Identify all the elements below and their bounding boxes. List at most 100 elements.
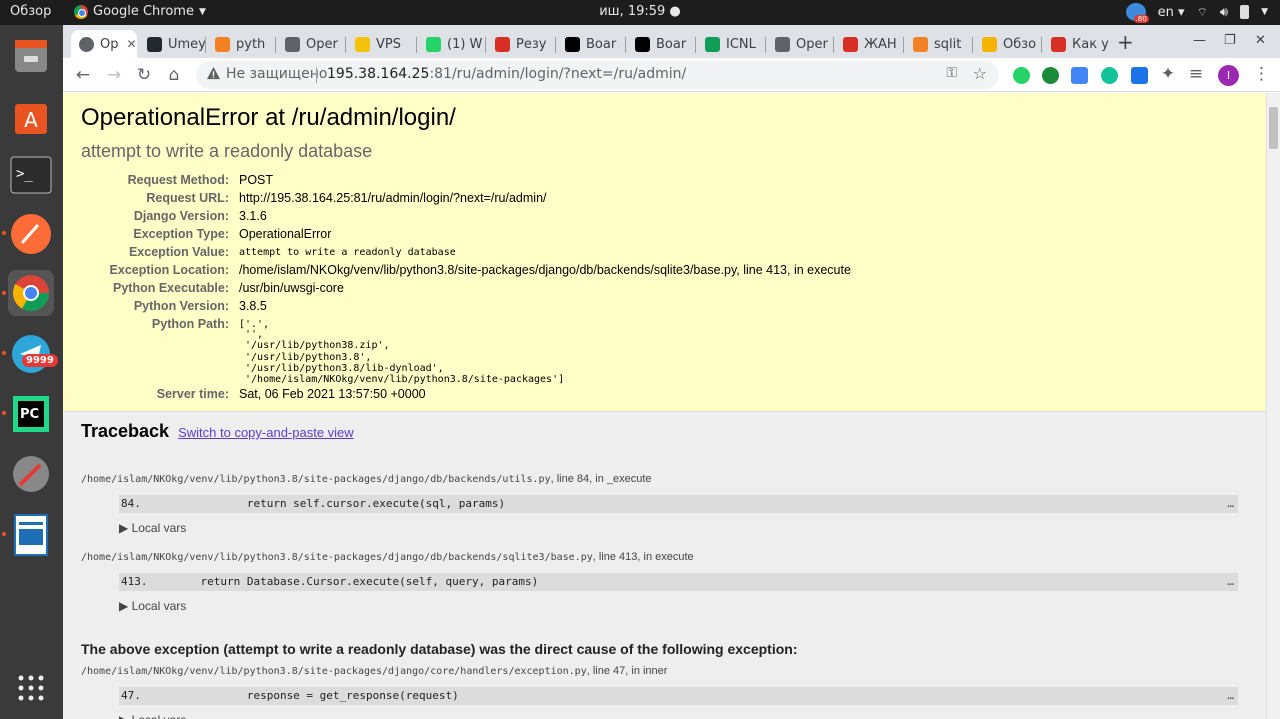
meta-row: Exception Value: attempt to write a reado… [81, 245, 1241, 263]
meta-value: OperationalError [239, 227, 332, 241]
back-button[interactable]: ← [72, 64, 94, 86]
tab-8[interactable]: Boar [557, 30, 623, 58]
pycharm-icon[interactable]: PC [8, 391, 54, 437]
chrome-icon[interactable] [8, 270, 54, 316]
screenshot-extension-icon[interactable] [1131, 67, 1148, 84]
key-icon[interactable]: ⚿ [946, 65, 957, 81]
close-tab-icon[interactable]: ✕ [126, 37, 136, 51]
local-vars-toggle[interactable]: ▶ Local vars [119, 713, 186, 719]
new-tab-button[interactable]: + [1117, 30, 1134, 54]
tab-11[interactable]: Oper [767, 30, 833, 58]
page-title: OperationalError at /ru/admin/login/ [81, 104, 456, 131]
translate-extension-icon[interactable] [1071, 67, 1088, 84]
tab-label: Oper [796, 36, 828, 52]
app-menu[interactable]: Google Chrome ▼ [74, 4, 206, 19]
meta-key: Python Executable: [113, 281, 229, 295]
tab-10[interactable]: ICNL [697, 30, 763, 58]
tab-2[interactable]: Umey [139, 30, 205, 58]
tab-13[interactable]: sqlit [905, 30, 971, 58]
tab-favicon-icon [426, 36, 441, 52]
expand-context-icon[interactable]: … [1227, 573, 1234, 591]
terminal-icon[interactable]: >_ [8, 152, 54, 198]
svg-text:PC: PC [20, 407, 39, 422]
page-scrollbar[interactable] [1266, 93, 1280, 719]
page-content: OperationalError at /ru/admin/login/ att… [63, 93, 1266, 719]
meta-row: Server time: Sat, 06 Feb 2021 13:57:50 +0… [81, 387, 1241, 405]
grammarly-extension-icon[interactable] [1101, 67, 1118, 84]
python-path-entry: '/usr/lib/python38.zip', [239, 340, 390, 352]
tab-strip: + — ❐ ✕ Op ✕ Umey pyth Oper VPS (1) W Резу Boar B… [63, 25, 1280, 58]
tab-label: Boar [656, 36, 687, 52]
expand-context-icon[interactable]: … [1227, 687, 1234, 705]
media-control-icon[interactable]: ≡ [1185, 63, 1207, 85]
tab-15[interactable]: Как у [1043, 30, 1109, 58]
meta-row: Request URL: http://195.38.164.25:81/ru/a… [81, 191, 1241, 209]
settings-tools-icon[interactable] [8, 451, 54, 497]
expand-context-icon[interactable]: … [1227, 495, 1234, 513]
software-center-icon[interactable]: A [8, 93, 54, 139]
svg-text:>_: >_ [16, 166, 33, 182]
language-indicator[interactable]: en ▾ [1158, 5, 1185, 20]
meta-key: Exception Type: [133, 227, 229, 241]
tab-favicon-icon [705, 36, 720, 52]
home-button[interactable]: ⌂ [163, 64, 185, 86]
local-vars-toggle[interactable]: ▶ Local vars [119, 599, 186, 613]
tab-14[interactable]: Обзо [974, 30, 1040, 58]
tab-label: Резу [516, 36, 547, 52]
meta-row: Request Method: POST [81, 173, 1241, 191]
menu-kebab-icon[interactable]: ⋮ [1253, 64, 1270, 84]
tab-label: (1) W [447, 36, 483, 52]
local-vars-toggle[interactable]: ▶ Local vars [119, 521, 186, 535]
profile-avatar[interactable]: I [1218, 65, 1239, 86]
tab-favicon-icon [843, 36, 858, 52]
system-tray[interactable]: .80 en ▾ ⌔ 🔊︎ ▼ [1125, 3, 1268, 23]
code-line[interactable]: 47. response = get_response(request)… [119, 687, 1238, 705]
tab-6[interactable]: (1) W [418, 30, 484, 58]
files-icon[interactable] [8, 33, 54, 79]
tab-favicon-icon [913, 36, 928, 52]
restore-button[interactable]: ❐ [1224, 33, 1236, 48]
meta-row: Python Version: 3.8.5 [81, 299, 1241, 317]
activities-button[interactable]: Обзор [10, 4, 51, 19]
tab-4[interactable]: Oper [277, 30, 343, 58]
meta-key: Django Version: [133, 209, 229, 223]
scrollbar-thumb[interactable] [1269, 107, 1278, 149]
meta-row: Exception Location: /home/islam/NKOkg/ven… [81, 263, 1241, 281]
extensions-puzzle-icon[interactable]: ✦ [1157, 63, 1179, 85]
close-window-button[interactable]: ✕ [1255, 33, 1266, 48]
traceback-heading: Traceback Switch to copy-and-paste view [81, 421, 354, 441]
bookmark-star-icon[interactable]: ☆ [973, 64, 987, 83]
error-summary: OperationalError at /ru/admin/login/ att… [63, 93, 1266, 412]
code-line[interactable]: 84. return self.cursor.execute(sql, para… [119, 495, 1238, 513]
libreoffice-writer-icon[interactable] [8, 512, 54, 558]
postman-icon[interactable] [8, 211, 54, 257]
forward-button[interactable]: → [103, 64, 125, 86]
whatsapp-extension-icon[interactable] [1013, 67, 1030, 84]
tab-label: Oper [306, 36, 338, 52]
meta-key: Exception Value: [128, 245, 229, 259]
code-line[interactable]: 413. return Database.Cursor.execute(self… [119, 573, 1238, 591]
minimize-button[interactable]: — [1193, 33, 1206, 48]
not-secure-label[interactable]: Не защищено [226, 66, 327, 82]
tray-app-icon[interactable]: .80 [1125, 3, 1149, 23]
grammar-extension-icon[interactable] [1042, 67, 1059, 84]
frame-file: /home/islam/NKOkg/venv/lib/python3.8/sit… [81, 551, 694, 563]
python-path-list: '', '/usr/lib/python38.zip', '/usr/lib/p… [239, 329, 564, 385]
tab-label: Op [100, 36, 119, 52]
frame-file: /home/islam/NKOkg/venv/lib/python3.8/sit… [81, 665, 668, 677]
reload-button[interactable]: ↻ [133, 64, 155, 86]
tab-label: Umey [168, 36, 205, 52]
tab-3[interactable]: pyth [207, 30, 273, 58]
url-text[interactable]: 195.38.164.25:81/ru/admin/login/?next=/r… [327, 66, 686, 82]
tab-7[interactable]: Резу [487, 30, 553, 58]
show-applications-icon[interactable] [8, 665, 54, 711]
tab-9[interactable]: Boar [627, 30, 693, 58]
tab-1[interactable]: Op ✕ [71, 30, 137, 58]
switch-view-link[interactable]: Switch to copy-and-paste view [178, 425, 354, 440]
tab-favicon-icon [355, 36, 370, 52]
tab-12[interactable]: ЖАН [835, 30, 901, 58]
address-bar[interactable]: Не защищено 195.38.164.25:81/ru/admin/lo… [196, 61, 999, 89]
tab-5[interactable]: VPS [347, 30, 413, 58]
error-subtitle: attempt to write a readonly database [81, 141, 373, 161]
meta-value: http://195.38.164.25:81/ru/admin/login/?… [239, 191, 547, 205]
